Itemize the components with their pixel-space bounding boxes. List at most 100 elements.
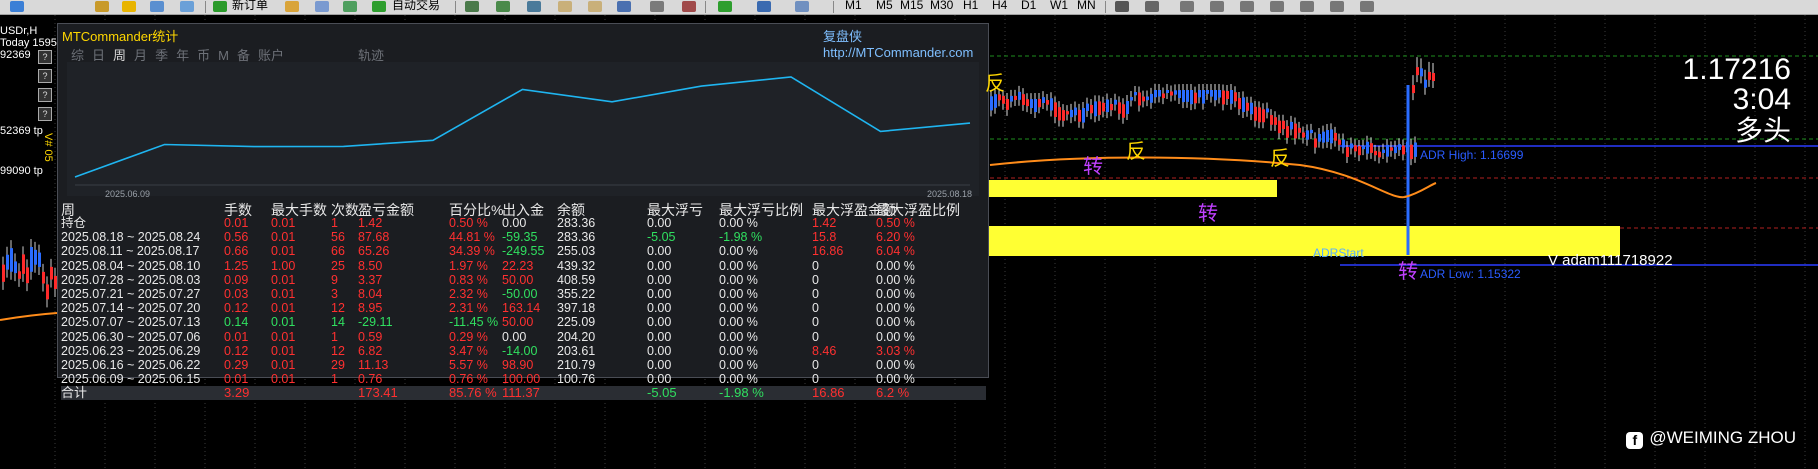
table-cell: 1.00 — [271, 258, 296, 273]
indicators-icon[interactable] — [718, 1, 732, 12]
candle-body — [1022, 94, 1025, 105]
autoscroll-icon[interactable] — [650, 1, 664, 12]
candle-body — [1138, 92, 1141, 106]
table-cell: 0.01 — [271, 315, 296, 330]
vertical-line-icon[interactable] — [1180, 1, 1194, 12]
table-cell: 0.00 % — [719, 301, 758, 316]
table-cell: 持仓 — [61, 216, 87, 230]
globe-icon[interactable] — [343, 1, 357, 12]
horizontal-line-icon[interactable] — [1210, 1, 1224, 12]
link-cn[interactable]: 复盘侠 — [823, 29, 862, 44]
fibonacci-icon[interactable] — [1300, 1, 1314, 12]
experts-icon[interactable] — [315, 1, 329, 12]
equity-curve-svg — [74, 76, 971, 186]
profiles-icon[interactable] — [95, 1, 109, 12]
candle-body — [1278, 120, 1281, 134]
candle-body — [42, 271, 45, 284]
channel-icon[interactable] — [1270, 1, 1284, 12]
period-tabs: 综日周月季年币 M 备账户 — [71, 45, 292, 63]
facebook-icon: f — [1626, 432, 1644, 449]
chart-shift-icon[interactable] — [682, 1, 696, 12]
annotation-zhuan-1: 转 — [1083, 156, 1103, 178]
candle-body — [1338, 139, 1341, 145]
tf-m5[interactable]: M5 — [876, 0, 893, 14]
side-icon-3[interactable]: ? — [38, 88, 52, 102]
tf-m15[interactable]: M15 — [900, 0, 923, 14]
zoom-out-icon[interactable] — [588, 1, 602, 12]
candle-body — [1362, 145, 1365, 150]
new-order-icon[interactable] — [213, 1, 227, 12]
side-icon-4[interactable]: ? — [38, 107, 52, 121]
link-url[interactable]: http://MTCommander.com — [823, 45, 973, 60]
side-icon-1[interactable]: ? — [38, 50, 52, 64]
candle-body — [1282, 120, 1285, 130]
metaeditor-icon[interactable] — [285, 1, 299, 12]
table-cell: 98.90 — [502, 358, 534, 372]
tf-h1[interactable]: H1 — [963, 0, 978, 14]
table-cell: -1.98 % — [719, 230, 763, 245]
text-icon[interactable] — [1330, 1, 1344, 12]
candle-body — [26, 267, 29, 284]
tab-7[interactable]: M — [218, 48, 229, 63]
table-cell: 66 — [331, 244, 345, 259]
table-cell: 0.01 — [271, 358, 296, 372]
candles-icon[interactable] — [496, 1, 510, 12]
table-cell: 0.29 — [224, 358, 249, 372]
tile-windows-icon[interactable] — [617, 1, 631, 12]
autotrading-button[interactable]: 自动交易 — [392, 0, 440, 14]
candle-body — [1162, 93, 1165, 99]
table-cell: 8.95 — [358, 301, 383, 316]
candle-body — [1234, 92, 1237, 102]
symbol-label: USDr,H — [0, 25, 38, 37]
candle-body — [1226, 90, 1229, 100]
candle-body — [1198, 90, 1201, 98]
watermark: f @WEIMING ZHOU — [1626, 428, 1796, 449]
table-cell: 2025.06.30 ~ 2025.07.06 — [61, 329, 201, 344]
tf-d1[interactable]: D1 — [1021, 0, 1036, 14]
new-order-button[interactable]: 新订单 — [232, 0, 268, 14]
star-icon[interactable] — [122, 1, 136, 12]
table-cell: -1.98 % — [719, 385, 764, 401]
templates-icon[interactable] — [795, 1, 809, 12]
tf-mn[interactable]: MN — [1077, 0, 1096, 14]
tf-h4[interactable]: H4 — [992, 0, 1007, 14]
periods-icon[interactable] — [757, 1, 771, 12]
candle-body — [990, 96, 993, 111]
table-cell: 0.00 — [647, 244, 672, 259]
candle-body — [1142, 96, 1145, 102]
demand-zone — [987, 226, 1620, 256]
tf-m1[interactable]: M1 — [845, 0, 862, 14]
trendline-icon[interactable] — [1240, 1, 1254, 12]
table-cell: 2025.08.18 ~ 2025.08.24 — [61, 230, 201, 245]
candle-body — [1066, 111, 1069, 115]
terminal-icon[interactable] — [180, 1, 194, 12]
table-cell: 8.04 — [358, 287, 383, 301]
tf-m30[interactable]: M30 — [930, 0, 953, 14]
navigator-icon[interactable] — [150, 1, 164, 12]
candle-body — [10, 248, 13, 272]
table-cell: 0.01 — [271, 216, 296, 230]
side-icon-2[interactable]: ? — [38, 69, 52, 83]
tf-w1[interactable]: W1 — [1050, 0, 1068, 14]
new-window-icon[interactable] — [10, 1, 24, 12]
candle-body — [1206, 90, 1209, 94]
table-cell: 204.20 — [557, 329, 596, 344]
candle-body — [1402, 145, 1405, 155]
line-chart-icon[interactable] — [527, 1, 541, 12]
zoom-in-icon[interactable] — [558, 1, 572, 12]
table-cell: 0.00 — [647, 258, 672, 273]
table-cell: 0.14 — [224, 315, 249, 330]
adr-low-label: ADR Low: 1.15322 — [1420, 267, 1521, 281]
cursor-icon[interactable] — [1115, 1, 1129, 12]
candle-body — [22, 254, 25, 274]
candle-body — [1354, 145, 1357, 152]
crosshair-icon[interactable] — [1145, 1, 1159, 12]
panel-link[interactable]: 复盘侠http://MTCommander.com — [823, 26, 988, 60]
table-cell: 0.00 — [502, 216, 527, 230]
autotrading-icon[interactable] — [372, 1, 386, 12]
bar-chart-icon[interactable] — [465, 1, 479, 12]
table-cell: 2025.07.14 ~ 2025.07.20 — [61, 301, 201, 316]
candle-body — [1420, 68, 1423, 77]
arrows-icon[interactable] — [1360, 1, 1374, 12]
table-row: 2025.08.11 ~ 2025.08.17 0.66 0.01 66 65.26 34… — [61, 244, 986, 258]
